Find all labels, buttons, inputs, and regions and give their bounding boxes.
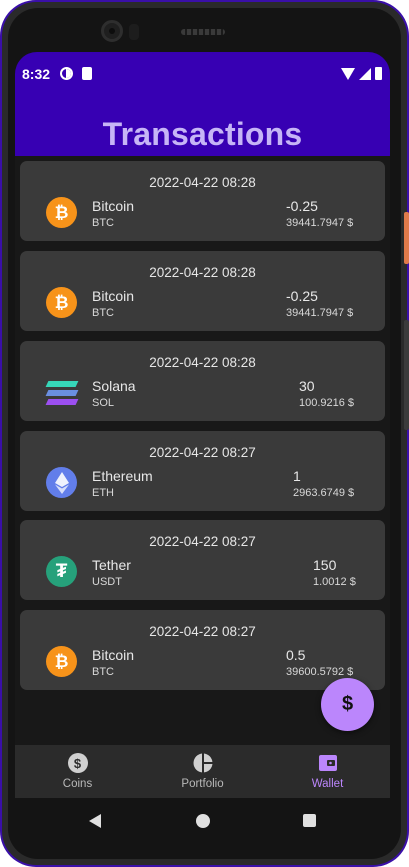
- coin-name: Bitcoin: [92, 198, 135, 214]
- add-transaction-button[interactable]: $: [321, 678, 374, 731]
- dollar-icon: $: [341, 693, 354, 715]
- transaction-date: 2022-04-22 08:28: [149, 265, 256, 280]
- transaction-amount: 1: [293, 468, 301, 484]
- transaction-price: 1.0012 $: [313, 576, 356, 588]
- transaction-date: 2022-04-22 08:27: [149, 624, 256, 639]
- dollar-coin-icon: $: [67, 753, 88, 773]
- coin-symbol: USDT: [92, 576, 122, 588]
- sd-card-icon: [82, 67, 92, 80]
- coin-symbol: BTC: [92, 217, 114, 229]
- volume-button: [404, 320, 409, 430]
- system-navigation-bar: [15, 798, 390, 844]
- solana-bar-top: [45, 380, 78, 387]
- data-saver-icon: [60, 67, 73, 80]
- transaction-price: 39441.7947 $: [286, 307, 354, 319]
- coin-name: Bitcoin: [92, 288, 135, 304]
- transaction-price: 39600.5792 $: [286, 666, 354, 678]
- transaction-amount: -0.25: [286, 288, 318, 304]
- front-camera: [101, 20, 123, 42]
- pie-chart-icon: [193, 753, 213, 773]
- status-icons: [341, 67, 382, 80]
- transaction-price: 39441.7947 $: [286, 217, 354, 229]
- ethereum-diamond: [54, 471, 69, 494]
- app-screen: 8:32 Transactions 2022-04-22 08:28 ₿ Bit…: [15, 52, 390, 798]
- bitcoin-icon: ₿: [46, 287, 77, 318]
- transaction-date: 2022-04-22 08:27: [149, 445, 256, 460]
- bitcoin-icon: ₿: [46, 646, 77, 677]
- power-button: [404, 212, 409, 264]
- back-icon[interactable]: [89, 814, 101, 828]
- cell-signal-icon: [359, 67, 371, 80]
- transaction-card[interactable]: 2022-04-22 08:27 ₿ Bitcoin BTC 0.5 39600…: [20, 610, 385, 690]
- transaction-card[interactable]: 2022-04-22 08:28 Solana SOL 30 100.9216 …: [20, 341, 385, 421]
- transaction-price: 2963.6749 $: [293, 487, 355, 499]
- proximity-sensor: [129, 24, 139, 40]
- status-time: 8:32: [22, 66, 51, 82]
- transaction-amount: -0.25: [286, 198, 318, 214]
- page-title: Transactions: [102, 116, 303, 152]
- bottom-navigation: $ Coins Portfolio Wallet: [15, 745, 390, 798]
- coin-name: Bitcoin: [92, 647, 135, 663]
- coin-name: Solana: [92, 378, 136, 394]
- coin-name: Tether: [92, 557, 131, 573]
- home-icon[interactable]: [196, 814, 210, 828]
- status-bar: 8:32: [15, 52, 390, 98]
- transaction-card[interactable]: 2022-04-22 08:27 Ethereum ETH 1 2963.674…: [20, 431, 385, 511]
- earpiece-speaker: [181, 29, 225, 35]
- transaction-date: 2022-04-22 08:28: [149, 175, 256, 190]
- wifi-icon: [341, 67, 355, 80]
- transaction-amount: 150: [313, 557, 337, 573]
- battery-icon: [375, 67, 382, 80]
- ethereum-icon: [46, 467, 77, 498]
- transaction-amount: 30: [299, 378, 315, 394]
- transaction-card[interactable]: 2022-04-22 08:27 ₮ Tether USDT 150 1.001…: [20, 520, 385, 600]
- solana-bar-bottom: [45, 398, 78, 405]
- coin-symbol: ETH: [92, 487, 114, 499]
- device-frame: 8:32 Transactions 2022-04-22 08:28 ₿ Bit…: [0, 0, 409, 867]
- bitcoin-icon: ₿: [46, 197, 77, 228]
- transaction-price: 100.9216 $: [299, 397, 355, 409]
- nav-item-portfolio[interactable]: Portfolio: [140, 745, 265, 798]
- solana-bar-middle: [45, 389, 78, 396]
- transaction-card[interactable]: 2022-04-22 08:28 ₿ Bitcoin BTC -0.25 394…: [20, 161, 385, 241]
- coin-name: Ethereum: [92, 468, 153, 484]
- transaction-date: 2022-04-22 08:27: [149, 534, 256, 549]
- nav-item-wallet[interactable]: Wallet: [265, 745, 390, 798]
- nav-item-coins[interactable]: $ Coins: [15, 745, 140, 798]
- tether-icon: ₮: [46, 556, 77, 587]
- nav-label: Portfolio: [181, 778, 224, 790]
- coin-symbol: BTC: [92, 307, 114, 319]
- transaction-amount: 0.5: [286, 647, 306, 663]
- nav-label: Wallet: [311, 778, 344, 790]
- coin-symbol: BTC: [92, 666, 114, 678]
- solana-icon: [45, 377, 78, 408]
- app-header: Transactions: [15, 98, 390, 156]
- wallet-icon: [318, 753, 338, 773]
- recent-apps-icon[interactable]: [303, 814, 316, 827]
- coin-symbol: SOL: [92, 397, 115, 409]
- nav-label: Coins: [62, 778, 93, 790]
- transaction-date: 2022-04-22 08:28: [149, 355, 256, 370]
- transaction-card[interactable]: 2022-04-22 08:28 ₿ Bitcoin BTC -0.25 394…: [20, 251, 385, 331]
